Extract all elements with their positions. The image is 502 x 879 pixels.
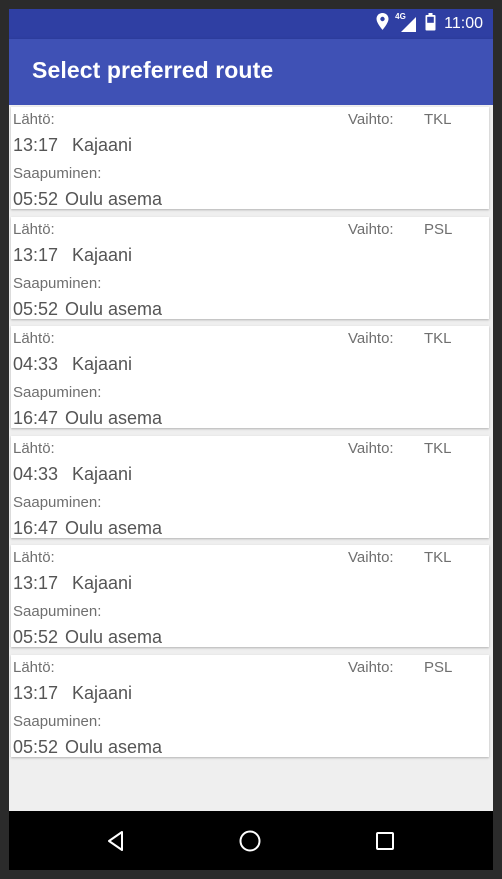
arrive-time: 16:47	[13, 408, 59, 428]
depart-label: Lähtö:	[13, 220, 55, 238]
arrive-label: Saapuminen:	[13, 603, 102, 620]
arrive-time: 05:52	[13, 627, 59, 647]
page-title: Select preferred route	[32, 57, 274, 83]
status-bar: 4G 11:00	[9, 9, 493, 39]
recents-icon[interactable]	[367, 823, 403, 859]
app-bar: Select preferred route	[9, 39, 493, 105]
signal-4g-icon: 4G	[395, 12, 417, 33]
change-label: Vaihto:	[348, 658, 394, 676]
route-card[interactable]: Lähtö: 13:17 Kajaani Vaihto: PSL Saapuminen: 0…	[11, 654, 489, 757]
change-label: Vaihto:	[348, 549, 394, 566]
depart-label: Lähtö:	[13, 439, 55, 457]
change-station: TKL	[424, 330, 452, 347]
depart-label: Lähtö:	[13, 111, 55, 128]
arrive-label: Saapuminen:	[13, 274, 102, 292]
depart-station: Kajaani	[72, 354, 133, 374]
route-card[interactable]: Lähtö: 13:17 Kajaani Vaihto: TKL Saapuminen: 0…	[11, 107, 489, 209]
depart-label: Lähtö:	[13, 330, 55, 347]
change-station: TKL	[424, 549, 452, 566]
depart-time: 13:17	[13, 573, 59, 593]
arrive-station: Oulu asema	[65, 298, 163, 319]
arrive-time: 05:52	[13, 189, 59, 209]
route-list[interactable]: Lähtö: 13:17 Kajaani Vaihto: TKL Saapuminen: 0…	[9, 105, 493, 811]
change-label: Vaihto:	[348, 111, 394, 128]
arrive-time: 05:52	[13, 298, 59, 319]
route-card[interactable]: Lähtö: 04:33 Kajaani Vaihto: TKL Saapuminen: 1…	[11, 326, 489, 428]
depart-label: Lähtö:	[13, 549, 55, 566]
change-station: PSL	[424, 658, 453, 676]
network-type: 4G	[395, 12, 406, 21]
arrive-time: 16:47	[13, 517, 59, 538]
status-icons: 4G 11:00	[376, 12, 483, 36]
depart-time: 04:33	[13, 463, 59, 484]
route-card[interactable]: Lähtö: 04:33 Kajaani Vaihto: TKL Saapuminen: 1…	[11, 435, 489, 538]
arrive-label: Saapuminen:	[13, 712, 102, 730]
arrive-station: Oulu asema	[65, 189, 163, 209]
route-card[interactable]: Lähtö: 13:17 Kajaani Vaihto: PSL Saapuminen: 0…	[11, 216, 489, 319]
back-icon[interactable]	[98, 823, 134, 859]
depart-station: Kajaani	[72, 244, 133, 265]
change-station: PSL	[424, 220, 453, 238]
clock: 11:00	[444, 15, 483, 32]
arrive-station: Oulu asema	[65, 408, 163, 428]
change-label: Vaihto:	[348, 220, 394, 238]
depart-time: 04:33	[13, 354, 59, 374]
arrive-label: Saapuminen:	[13, 384, 102, 401]
location-icon	[376, 13, 389, 35]
change-label: Vaihto:	[348, 330, 394, 347]
arrive-label: Saapuminen:	[13, 493, 102, 511]
arrive-time: 05:52	[13, 736, 59, 757]
depart-station: Kajaani	[72, 135, 133, 155]
change-station: TKL	[424, 111, 452, 128]
phone-screen: 4G 11:00 Select preferred route Lähtö: 13…	[9, 9, 493, 870]
battery-icon	[425, 12, 436, 36]
change-label: Vaihto:	[348, 439, 394, 457]
depart-time: 13:17	[13, 682, 59, 703]
home-icon[interactable]	[232, 823, 268, 859]
depart-time: 13:17	[13, 135, 59, 155]
route-card[interactable]: Lähtö: 13:17 Kajaani Vaihto: TKL Saapuminen: 0…	[11, 545, 489, 647]
depart-station: Kajaani	[72, 573, 133, 593]
arrive-station: Oulu asema	[65, 627, 163, 647]
depart-time: 13:17	[13, 244, 59, 265]
arrive-label: Saapuminen:	[13, 165, 102, 182]
depart-label: Lähtö:	[13, 658, 55, 676]
depart-station: Kajaani	[72, 682, 133, 703]
navigation-bar	[9, 811, 493, 870]
depart-station: Kajaani	[72, 463, 133, 484]
arrive-station: Oulu asema	[65, 517, 163, 538]
change-station: TKL	[424, 439, 452, 457]
arrive-station: Oulu asema	[65, 736, 163, 757]
